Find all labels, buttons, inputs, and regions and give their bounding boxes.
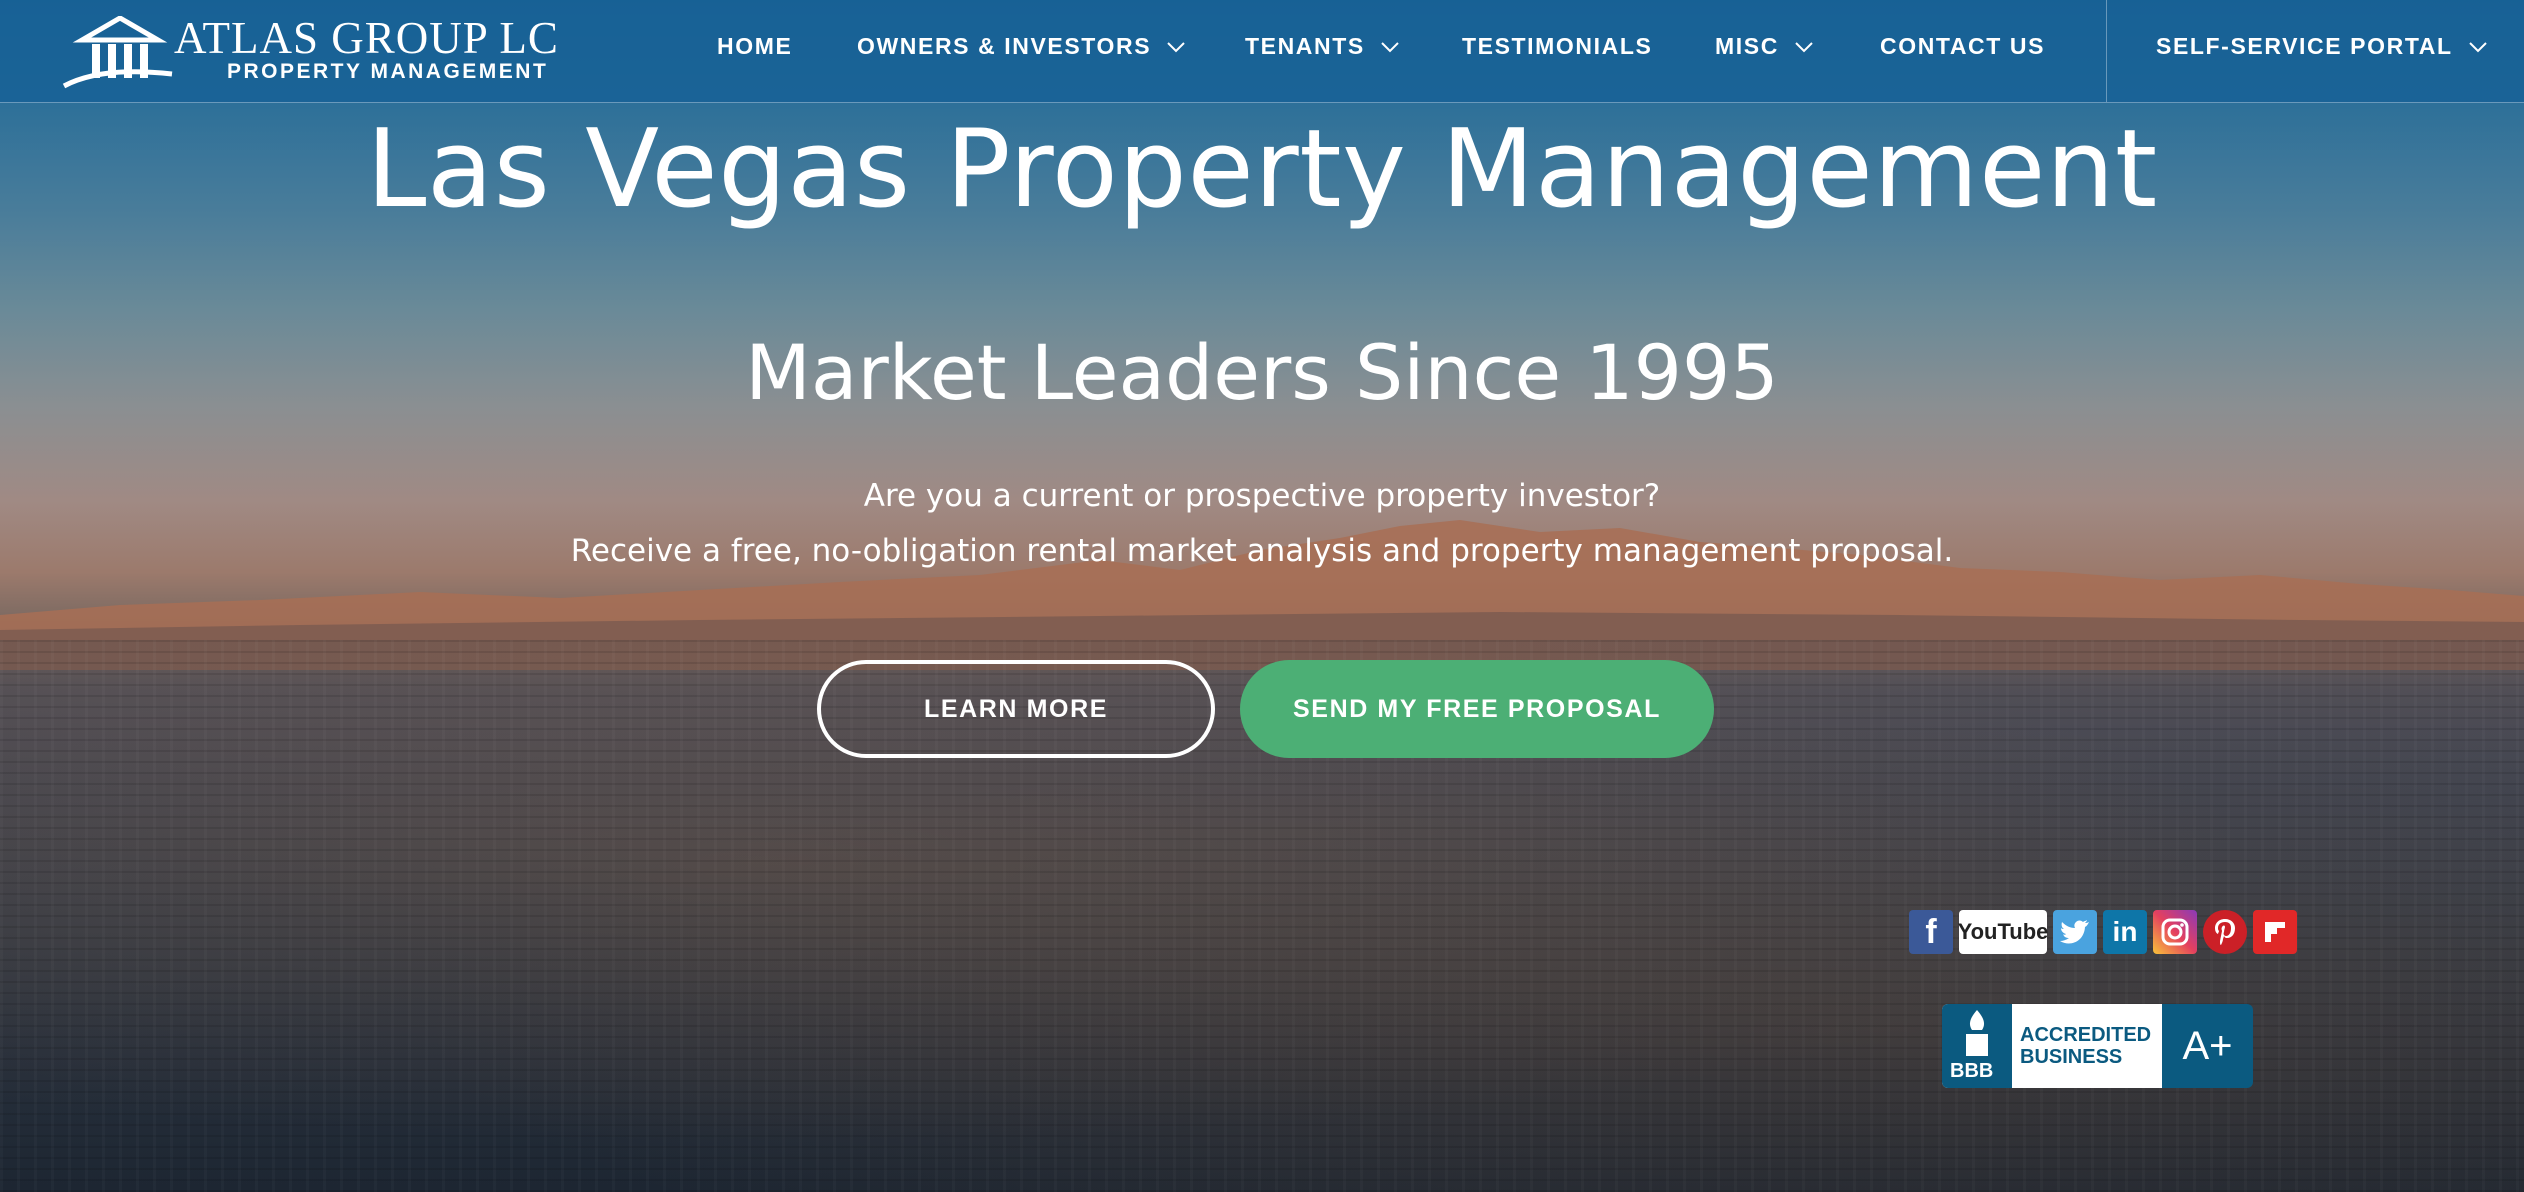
nav-owners-investors[interactable]: OWNERS & INVESTORS bbox=[857, 33, 1185, 60]
learn-more-button[interactable]: LEARN MORE bbox=[817, 660, 1215, 758]
brand-title: ATLAS GROUP LC bbox=[174, 13, 559, 63]
linkedin-glyph: in bbox=[2112, 916, 2138, 947]
bbb-line-accredited: ACCREDITED bbox=[2020, 1024, 2152, 1046]
pinterest-p-icon bbox=[2215, 919, 2235, 945]
flipboard-f-icon bbox=[2265, 922, 2285, 942]
instagram-camera-icon bbox=[2161, 918, 2189, 946]
bbb-logo-text: BBB bbox=[1950, 1060, 1994, 1082]
twitter-icon[interactable] bbox=[2053, 910, 2097, 954]
youtube-icon[interactable]: YouTube bbox=[1957, 910, 2049, 954]
linkedin-icon[interactable]: in bbox=[2103, 910, 2147, 954]
bbb-left-panel: BBB ACCREDITED BUSINESS bbox=[1942, 1004, 2162, 1088]
nav-home[interactable]: HOME bbox=[717, 33, 792, 60]
hero-question: Are you a current or prospective propert… bbox=[863, 478, 1661, 514]
send-proposal-button[interactable]: SEND MY FREE PROPOSAL bbox=[1240, 660, 1714, 758]
hero-heading: Las Vegas Property Management bbox=[366, 107, 2158, 232]
chevron-down-icon bbox=[2468, 41, 2487, 52]
nav-home-label: HOME bbox=[717, 33, 793, 59]
hero-offer: Receive a free, no-obligation rental mar… bbox=[570, 533, 1954, 569]
youtube-glyph: YouTube bbox=[1957, 919, 2049, 944]
brand-logo[interactable]: ATLAS GROUP LC PROPERTY MANAGEMENT bbox=[62, 12, 582, 90]
top-navbar: ATLAS GROUP LC PROPERTY MANAGEMENT HOME … bbox=[0, 0, 2524, 103]
nav-portal-label: SELF-SERVICE PORTAL bbox=[2156, 33, 2453, 59]
nav-tenants[interactable]: TENANTS bbox=[1245, 33, 1399, 60]
nav-testimonials[interactable]: TESTIMONIALS bbox=[1462, 33, 1652, 60]
bbb-text-block: ACCREDITED BUSINESS bbox=[2012, 1024, 2151, 1068]
nav-self-service-portal[interactable]: SELF-SERVICE PORTAL bbox=[2156, 33, 2487, 60]
columns-logo-icon bbox=[62, 16, 173, 89]
bbb-line-business: BUSINESS bbox=[2020, 1046, 2123, 1068]
flipboard-icon[interactable] bbox=[2253, 910, 2297, 954]
nav-owners-investors-label: OWNERS & INVESTORS bbox=[857, 33, 1152, 59]
pinterest-icon[interactable] bbox=[2203, 910, 2247, 954]
chevron-down-icon bbox=[1381, 41, 1399, 52]
twitter-bird-icon bbox=[2060, 920, 2089, 944]
nav-testimonials-label: TESTIMONIALS bbox=[1462, 33, 1653, 59]
nav-contact-us[interactable]: CONTACT US bbox=[1880, 33, 2045, 60]
bbb-rating: A+ bbox=[2162, 1004, 2253, 1088]
facebook-icon[interactable]: f bbox=[1909, 910, 1953, 954]
brand-subtitle: PROPERTY MANAGEMENT bbox=[227, 60, 549, 83]
bbb-torch-icon: BBB bbox=[1942, 1004, 2012, 1088]
nav-tenants-label: TENANTS bbox=[1245, 33, 1365, 59]
social-links: f YouTube in bbox=[1909, 910, 2297, 954]
facebook-glyph: f bbox=[1925, 912, 1937, 951]
chevron-down-icon bbox=[1795, 41, 1813, 52]
bbb-accreditation-badge[interactable]: BBB ACCREDITED BUSINESS A+ bbox=[1942, 1004, 2253, 1088]
chevron-down-icon bbox=[1167, 41, 1185, 52]
nav-misc-label: MISC bbox=[1715, 33, 1779, 59]
nav-contact-us-label: CONTACT US bbox=[1880, 33, 2046, 59]
instagram-icon[interactable] bbox=[2153, 910, 2197, 954]
nav-divider bbox=[2106, 0, 2107, 102]
nav-misc[interactable]: MISC bbox=[1715, 33, 1813, 60]
hero-subheading: Market Leaders Since 1995 bbox=[745, 328, 1779, 417]
